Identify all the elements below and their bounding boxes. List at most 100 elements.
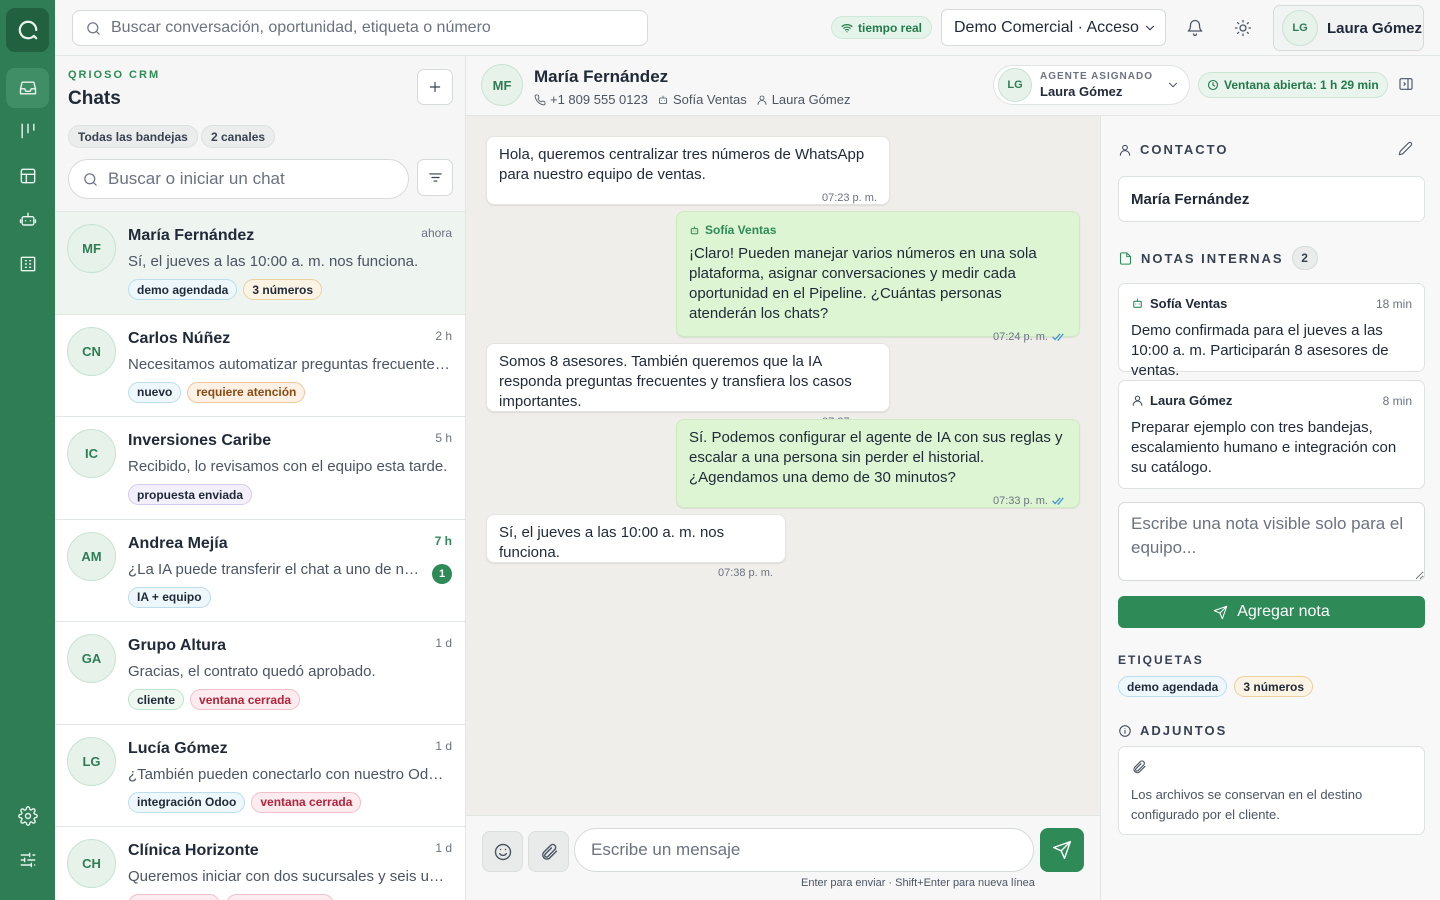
chat-item[interactable]: CN Carlos Núñez 2 h Necesitamos automati…	[55, 313, 465, 416]
message-text: ¡Claro! Pueden manejar varios números en…	[689, 245, 1037, 322]
filter-button[interactable]	[417, 159, 453, 196]
chat-item[interactable]: MF María Fernández ahora Sí, el jueves a…	[55, 211, 465, 314]
message-text: Sí, el jueves a las 10:00 a. m. nos func…	[499, 524, 725, 561]
chat-name: Carlos Núñez	[128, 329, 231, 347]
tag	[128, 894, 220, 900]
tag: IA + equipo	[128, 586, 211, 608]
attachments-box: Los archivos se conservan en el destino …	[1118, 746, 1425, 835]
logo-icon[interactable]	[6, 8, 49, 52]
contact-tags: demo agendada 3 números	[1118, 676, 1314, 697]
add-note-label: Agregar nota	[1237, 603, 1330, 620]
note-text: Preparar ejemplo con tres bandejas, esca…	[1131, 419, 1397, 476]
message-incoming: Somos 8 asesores. También queremos que l…	[486, 343, 890, 428]
chat-preview: ¿La IA puede transferir el chat a uno de…	[128, 560, 423, 578]
message-text: Hola, queremos centralizar tres números …	[499, 146, 865, 183]
send-icon	[1052, 840, 1072, 860]
chat-name: Lucía Gómez	[128, 739, 228, 757]
chat-item[interactable]: LG Lucía Gómez 1 d ¿También pueden conec…	[55, 723, 465, 826]
tag[interactable]: demo agendada	[1118, 676, 1228, 697]
contact-section-title: CONTACTO	[1118, 142, 1228, 157]
tag[interactable]: 3 números	[1234, 676, 1314, 697]
note-author: Sofía Ventas	[1150, 296, 1228, 311]
chat-header: MF María Fernández +1 809 555 0123 Sofía…	[466, 56, 1440, 116]
message-composer: Enter para enviar · Shift+Enter para nue…	[466, 815, 1100, 900]
theme-sun-icon[interactable]	[1231, 16, 1255, 40]
user-menu[interactable]: LG Laura Gómez	[1273, 5, 1424, 51]
chat-list-panel: QRIOSO CRM Chats Todas las bandejas 2 ca…	[55, 56, 466, 900]
message-time: 07:38 p. m.	[717, 567, 773, 579]
composer-hint: Enter para enviar · Shift+Enter para nue…	[801, 877, 1035, 889]
sender-name: Sofía Ventas	[705, 223, 777, 237]
message-time: 07:23 p. m.	[821, 192, 877, 204]
chat-preview: Gracias, el contrato quedó aprobado.	[128, 663, 376, 680]
user-icon	[757, 95, 767, 105]
sliders-icon[interactable]	[6, 840, 49, 880]
layout-icon[interactable]	[6, 156, 49, 196]
chat-search-input[interactable]	[108, 169, 388, 189]
avatar: CN	[67, 326, 116, 376]
message-input[interactable]	[591, 840, 1021, 860]
avatar: AM	[67, 531, 116, 581]
avatar: MF	[481, 64, 523, 106]
chat-item[interactable]: GA Grupo Altura 1 d Gracias, el contrato…	[55, 621, 465, 724]
user-icon	[1132, 395, 1143, 406]
bell-icon[interactable]	[1183, 16, 1207, 40]
add-note-button[interactable]: Agregar nota	[1118, 596, 1425, 628]
chat-search[interactable]	[68, 159, 409, 199]
inbox-icon[interactable]	[6, 68, 49, 108]
message-text: Somos 8 asesores. También queremos que l…	[499, 353, 852, 410]
edit-contact-icon[interactable]	[1398, 141, 1413, 156]
chat-item[interactable]: IC Inversiones Caribe 5 h Recibido, lo r…	[55, 416, 465, 519]
filter-all-inboxes[interactable]: Todas las bandejas	[68, 125, 198, 148]
message-thread: Hola, queremos centralizar tres números …	[466, 116, 1100, 815]
assigned-agent-select[interactable]: LG AGENTE ASIGNADO Laura Gómez	[993, 65, 1190, 105]
chat-preview: Queremos iniciar con dos sucursales y se…	[128, 868, 450, 885]
attachments-section-title: ADJUNTOS	[1118, 723, 1227, 738]
chat-time: 1 d	[435, 738, 452, 753]
internal-note: Sofía Ventas 18 min Demo confirmada para…	[1118, 283, 1425, 379]
settings-icon[interactable]	[6, 796, 49, 836]
tag: ventana cerrada	[251, 791, 362, 813]
building-icon[interactable]	[6, 244, 49, 284]
chevron-down-icon	[1169, 82, 1177, 88]
window-status-badge: Ventana abierta: 1 h 29 min	[1198, 72, 1388, 98]
note-author: Laura Gómez	[1150, 393, 1233, 408]
avatar: LG	[998, 68, 1032, 102]
wifi-icon	[841, 23, 853, 32]
filter-channels[interactable]: 2 canales	[201, 125, 276, 148]
note-time: 8 min	[1382, 393, 1412, 408]
global-search[interactable]	[72, 10, 648, 46]
notes-count-badge: 2	[1291, 246, 1318, 270]
chat-name: Andrea Mejía	[128, 534, 228, 552]
search-icon	[84, 172, 97, 186]
workspace-select[interactable]: Demo Comercial · Acceso	[941, 9, 1166, 46]
message-sender: Sofía Ventas	[689, 220, 1067, 240]
avatar: LG	[67, 736, 116, 786]
chat-item[interactable]: AM Andrea Mejía 7 h ¿La IA puede transfe…	[55, 518, 465, 621]
bot-icon	[659, 95, 667, 104]
contact-owner: Laura Gómez	[771, 92, 851, 107]
chat-time: 2 h	[435, 328, 452, 343]
paperclip-icon[interactable]	[1131, 759, 1147, 775]
attach-button[interactable]	[528, 831, 569, 872]
chat-preview: Recibido, lo revisamos con el equipo est…	[128, 458, 448, 475]
global-search-input[interactable]	[111, 19, 631, 37]
new-chat-button[interactable]	[417, 69, 453, 105]
pipeline-icon[interactable]	[6, 111, 49, 151]
note-input[interactable]	[1118, 502, 1425, 581]
section-label: ETIQUETAS	[1118, 653, 1204, 667]
message-field[interactable]	[574, 828, 1034, 872]
note-text: Demo confirmada para el jueves a las 10:…	[1131, 322, 1389, 379]
contact-name-box: María Fernández	[1118, 176, 1425, 222]
emoji-button[interactable]	[482, 831, 523, 872]
bot-icon[interactable]	[6, 200, 49, 240]
brand-label: QRIOSO CRM	[68, 69, 161, 81]
info-icon	[1119, 724, 1131, 737]
plus-icon	[429, 81, 441, 93]
chat-time: 7 h	[434, 533, 452, 548]
side-panel-toggle-icon[interactable]	[1398, 76, 1414, 92]
chat-item[interactable]: CH Clínica Horizonte 1 d Queremos inicia…	[55, 826, 465, 900]
send-button[interactable]	[1040, 828, 1084, 872]
clock-icon	[1207, 79, 1219, 91]
realtime-badge: tiempo real	[831, 16, 933, 39]
